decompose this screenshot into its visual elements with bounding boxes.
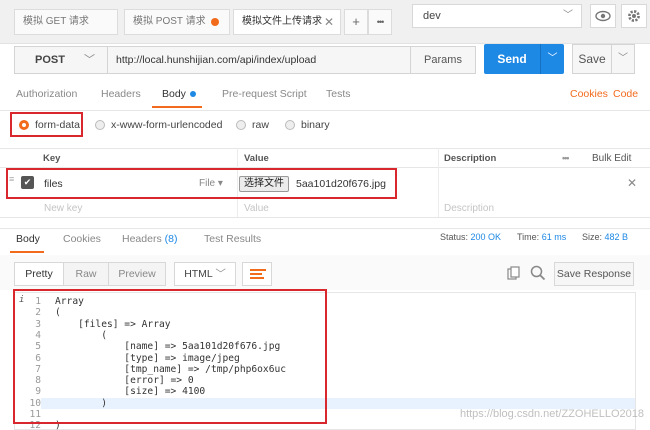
tab-label: 模拟 POST 请求 bbox=[133, 16, 206, 27]
tab-headers[interactable]: Headers bbox=[101, 88, 141, 100]
radio-raw[interactable]: raw bbox=[236, 119, 269, 131]
radio-icon bbox=[285, 120, 295, 130]
tab-body[interactable]: Body bbox=[162, 88, 196, 100]
new-tab-button[interactable]: + bbox=[344, 9, 368, 35]
tab-label: 模拟文件上传请求 bbox=[242, 16, 322, 27]
response-tab-body[interactable]: Body bbox=[16, 233, 40, 245]
delete-row-icon[interactable]: ✕ bbox=[627, 176, 637, 190]
active-tab-underline bbox=[152, 106, 202, 108]
save-button[interactable]: Save bbox=[572, 44, 612, 74]
view-pretty-button[interactable]: Pretty bbox=[14, 262, 64, 286]
radio-binary[interactable]: binary bbox=[285, 119, 330, 131]
tab-tests[interactable]: Tests bbox=[326, 88, 351, 100]
column-value: Value bbox=[244, 153, 269, 164]
divider bbox=[0, 110, 650, 111]
more-options-icon[interactable]: ••• bbox=[562, 153, 570, 163]
headers-count: (8) bbox=[164, 233, 178, 245]
drag-handle-icon[interactable]: ≡ bbox=[9, 175, 14, 184]
radio-icon bbox=[236, 120, 246, 130]
body-indicator-dot-icon bbox=[189, 91, 196, 98]
send-button[interactable]: Send bbox=[484, 44, 540, 74]
response-tab-headers[interactable]: Headers (8) bbox=[122, 233, 177, 245]
size-readout: Size: 482 B bbox=[582, 232, 629, 242]
tab-authorization[interactable]: Authorization bbox=[16, 88, 77, 100]
new-key-input[interactable]: New key bbox=[44, 203, 82, 214]
search-icon[interactable] bbox=[530, 265, 546, 284]
chevron-down-icon: ﹀ bbox=[563, 10, 573, 21]
tab-pre-request-script[interactable]: Pre-request Script bbox=[222, 88, 307, 100]
response-tab-test-results[interactable]: Test Results bbox=[204, 233, 261, 245]
time-readout: Time: 61 ms bbox=[517, 232, 567, 242]
code-link[interactable]: Code bbox=[613, 88, 638, 100]
selected-file-name: 5aa101d20f676.jpg bbox=[296, 178, 386, 190]
save-response-button[interactable]: Save Response bbox=[554, 262, 634, 286]
radio-urlencoded[interactable]: x-www-form-urlencoded bbox=[95, 119, 222, 131]
tab-get-request[interactable]: 模拟 GET 请求 bbox=[14, 9, 118, 35]
cookies-link[interactable]: Cookies bbox=[570, 88, 608, 100]
chevron-down-icon: ﹀ bbox=[215, 268, 226, 280]
radio-icon bbox=[95, 120, 105, 130]
format-select[interactable]: HTML ﹀ bbox=[174, 262, 236, 286]
bulk-edit-link[interactable]: Bulk Edit bbox=[592, 153, 631, 164]
response-tab-cookies[interactable]: Cookies bbox=[63, 233, 101, 245]
choose-file-button[interactable]: 选择文件 bbox=[239, 176, 289, 192]
copy-icon[interactable] bbox=[507, 266, 521, 283]
divider bbox=[0, 228, 650, 229]
caret-down-icon: ▾ bbox=[217, 178, 223, 189]
params-button[interactable]: Params bbox=[410, 46, 476, 74]
environment-select[interactable]: dev ﹀ bbox=[412, 4, 582, 28]
url-input[interactable]: http://local.hunshijian.com/api/index/up… bbox=[107, 46, 411, 74]
row-type-select[interactable]: File ▾ bbox=[199, 178, 223, 189]
method-select[interactable]: POST ﹀ bbox=[14, 46, 108, 74]
unsaved-dot-icon bbox=[211, 18, 219, 26]
save-options-chevron-icon[interactable]: ﹀ bbox=[611, 44, 635, 74]
kv-empty-row bbox=[0, 196, 650, 218]
tab-more-button[interactable]: ••• bbox=[368, 9, 392, 35]
annotation-box bbox=[13, 289, 327, 424]
column-description: Description bbox=[444, 153, 497, 164]
chevron-down-icon: ﹀ bbox=[84, 54, 95, 66]
eye-icon[interactable] bbox=[590, 4, 616, 28]
radio-form-data[interactable]: form-data bbox=[19, 119, 80, 131]
tab-upload-request[interactable]: 模拟文件上传请求 ✕ bbox=[233, 9, 341, 35]
kv-table-header bbox=[0, 148, 650, 168]
view-raw-button[interactable]: Raw bbox=[63, 262, 109, 286]
status-readout: Status: 200 OK bbox=[440, 232, 502, 242]
tab-label: 模拟 GET 请求 bbox=[23, 16, 89, 27]
close-tab-icon[interactable]: ✕ bbox=[324, 10, 334, 34]
gear-icon[interactable] bbox=[621, 4, 647, 28]
send-options-chevron-icon[interactable]: ﹀ bbox=[540, 44, 564, 74]
column-key: Key bbox=[43, 153, 61, 164]
row-enabled-checkbox[interactable]: ✔ bbox=[21, 176, 34, 189]
view-preview-button[interactable]: Preview bbox=[108, 262, 166, 286]
active-tab-underline bbox=[10, 251, 44, 253]
watermark: https://blog.csdn.net/ZZOHELLO2018 bbox=[459, 408, 644, 420]
radio-selected-icon bbox=[19, 120, 29, 130]
new-value-input[interactable]: Value bbox=[244, 203, 269, 214]
new-description-input[interactable]: Description bbox=[444, 203, 494, 214]
wrap-lines-icon[interactable] bbox=[242, 262, 272, 286]
row-key-input[interactable]: files bbox=[44, 178, 63, 190]
tab-post-request[interactable]: 模拟 POST 请求 bbox=[124, 9, 230, 35]
